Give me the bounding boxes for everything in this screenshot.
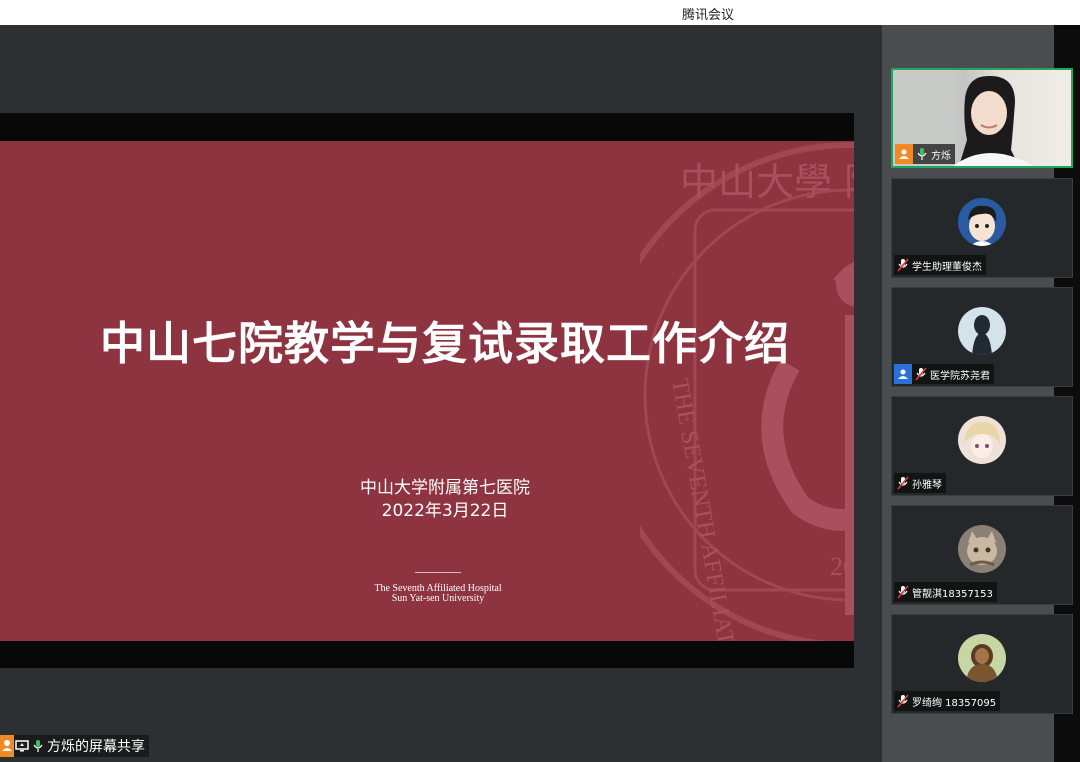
mic-muted-icon <box>894 582 912 602</box>
seal-year: 201 <box>830 552 854 581</box>
participant-name: 管靓淇18357153 <box>912 588 993 600</box>
participant-avatar <box>958 634 1006 682</box>
mic-on-icon <box>30 735 46 757</box>
participant-avatar <box>958 198 1006 246</box>
slide-organization: 中山大学附属第七医院 <box>360 478 530 498</box>
slide-divider <box>415 572 461 573</box>
participant-tile[interactable]: 学生助理董俊杰 <box>891 178 1073 278</box>
participant-name: 学生助理董俊杰 <box>912 261 982 273</box>
participant-name: 医学院苏尧君 <box>930 370 990 382</box>
shared-screen-area: 中山大學 附 THE SEVENTH AFFILIATED H 201 中山七院… <box>0 25 882 762</box>
participant-tile-video[interactable]: 方烁 <box>891 68 1073 168</box>
screen-share-icon <box>14 735 30 757</box>
participant-sidebar: 方烁 学生助理董俊杰 医学院苏尧君 孙雅琴 管靓淇18357153 罗绮绚 18… <box>882 25 1080 762</box>
participant-tile[interactable]: 孙雅琴 <box>891 396 1073 496</box>
mic-muted-icon <box>894 473 912 493</box>
title-bar: 腾讯会议 <box>0 0 1080 25</box>
mic-muted-icon <box>894 691 912 711</box>
participant-name: 孙雅琴 <box>912 479 942 491</box>
participant-tile[interactable]: 罗绮绚 18357095 <box>891 614 1073 714</box>
mic-muted-icon <box>894 255 912 275</box>
slide-title: 中山七院教学与复试录取工作介绍 <box>99 317 790 370</box>
participant-tile[interactable]: 医学院苏尧君 <box>891 287 1073 387</box>
slide-english-university: Sun Yat-sen University <box>391 593 485 604</box>
participant-namebar: 学生助理董俊杰 <box>894 255 986 275</box>
screen-share-label: 方烁的屏幕共享 <box>47 739 145 755</box>
participant-name: 方烁 <box>931 150 951 162</box>
window-title: 腾讯会议 <box>681 8 734 23</box>
user-icon <box>0 735 14 757</box>
slide-date: 2022年3月22日 <box>381 501 509 521</box>
mic-on-icon <box>913 144 931 164</box>
participant-namebar: 孙雅琴 <box>894 473 946 493</box>
university-seal-watermark: 中山大學 附 THE SEVENTH AFFILIATED H 201 <box>640 142 854 641</box>
participant-namebar: 管靓淇18357153 <box>894 582 997 602</box>
participant-tile[interactable]: 管靓淇18357153 <box>891 505 1073 605</box>
participant-avatar <box>958 525 1006 573</box>
mic-muted-icon <box>912 364 930 384</box>
participant-namebar: 方烁 <box>895 144 955 164</box>
participant-namebar: 医学院苏尧君 <box>894 364 994 384</box>
slide-frame: 中山大學 附 THE SEVENTH AFFILIATED H 201 中山七院… <box>0 113 854 668</box>
participant-name: 罗绮绚 18357095 <box>912 697 997 709</box>
participant-namebar: 罗绮绚 18357095 <box>894 691 1001 711</box>
participant-avatar <box>958 416 1006 464</box>
seal-text-top: 中山大學 附 <box>680 160 854 204</box>
presentation-slide: 中山大學 附 THE SEVENTH AFFILIATED H 201 中山七院… <box>0 141 854 641</box>
host-user-icon <box>894 364 912 384</box>
host-user-icon <box>895 144 913 164</box>
screen-share-indicator: 方烁的屏幕共享 <box>0 735 149 757</box>
participant-avatar <box>958 307 1006 355</box>
